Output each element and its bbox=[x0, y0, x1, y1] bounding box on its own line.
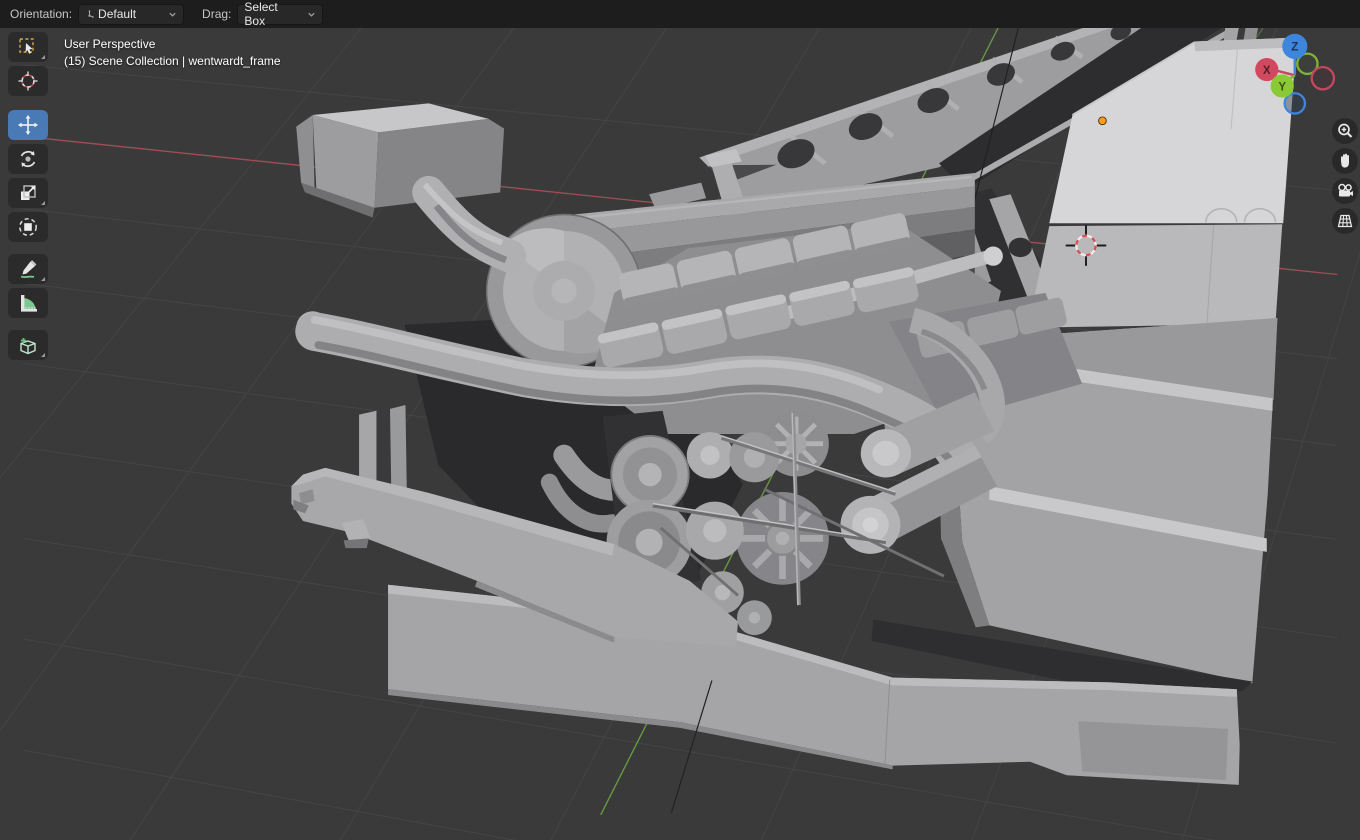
orientation-label: Orientation: bbox=[10, 7, 73, 21]
chevron-down-icon bbox=[308, 12, 316, 17]
orientation-dropdown[interactable]: Default bbox=[78, 3, 185, 25]
zoom-icon bbox=[1338, 123, 1353, 138]
pan-hand-icon bbox=[1341, 153, 1349, 168]
drag-mode-value: Select Box bbox=[244, 0, 278, 28]
annotate-tool-button[interactable] bbox=[8, 254, 48, 284]
transform-icon bbox=[19, 218, 37, 236]
orthographic-grid-icon bbox=[1337, 214, 1353, 228]
svg-text:Y: Y bbox=[1278, 80, 1286, 93]
cursor-tool-button[interactable] bbox=[8, 66, 48, 96]
measure-tool-button[interactable] bbox=[8, 288, 48, 318]
3d-cursor-icon bbox=[18, 71, 38, 91]
transform-tool-button[interactable] bbox=[8, 212, 48, 242]
rotate-tool-button[interactable] bbox=[8, 144, 48, 174]
camera-view-icon bbox=[1338, 183, 1353, 197]
zoom-button[interactable] bbox=[1332, 118, 1358, 144]
move-icon bbox=[18, 115, 38, 135]
camera-view-button[interactable] bbox=[1332, 178, 1358, 204]
scale-tool-button[interactable] bbox=[8, 178, 48, 208]
drag-label: Drag: bbox=[202, 7, 232, 21]
object-origin-dot[interactable] bbox=[1098, 116, 1107, 126]
svg-text:Z: Z bbox=[1291, 41, 1298, 54]
select-box-tool-button[interactable] bbox=[8, 32, 48, 62]
scale-icon bbox=[21, 185, 36, 200]
gizmo-z-ball[interactable]: Z bbox=[1282, 33, 1308, 59]
transform-orientation-icon bbox=[88, 9, 95, 18]
scene-render: Z X Y bbox=[0, 28, 1360, 840]
add-cube-icon bbox=[20, 338, 36, 355]
measure-icon bbox=[21, 295, 37, 312]
svg-text:X: X bbox=[1263, 64, 1271, 77]
add-cube-tool-button[interactable] bbox=[8, 330, 48, 360]
orientation-value: Default bbox=[98, 7, 137, 21]
select-box-icon bbox=[19, 38, 34, 54]
rotate-icon bbox=[20, 150, 36, 168]
chevron-down-icon bbox=[169, 12, 176, 17]
gizmo-neg-z-ball[interactable] bbox=[1283, 92, 1307, 115]
orthographic-toggle-button[interactable] bbox=[1332, 208, 1358, 234]
pan-button[interactable] bbox=[1332, 148, 1358, 174]
annotate-pencil-icon bbox=[20, 260, 37, 279]
move-tool-button[interactable] bbox=[8, 110, 48, 140]
3d-viewport-canvas[interactable]: Z X Y User Perspective (15) Scene Collec… bbox=[0, 28, 1360, 840]
viewport-header-bar: Orientation: Default Drag: Select Box bbox=[0, 0, 1360, 28]
gizmo-y-ball[interactable]: Y bbox=[1270, 74, 1294, 98]
drag-mode-dropdown[interactable]: Select Box bbox=[237, 0, 324, 28]
gizmo-neg-x-ball[interactable] bbox=[1310, 65, 1336, 91]
